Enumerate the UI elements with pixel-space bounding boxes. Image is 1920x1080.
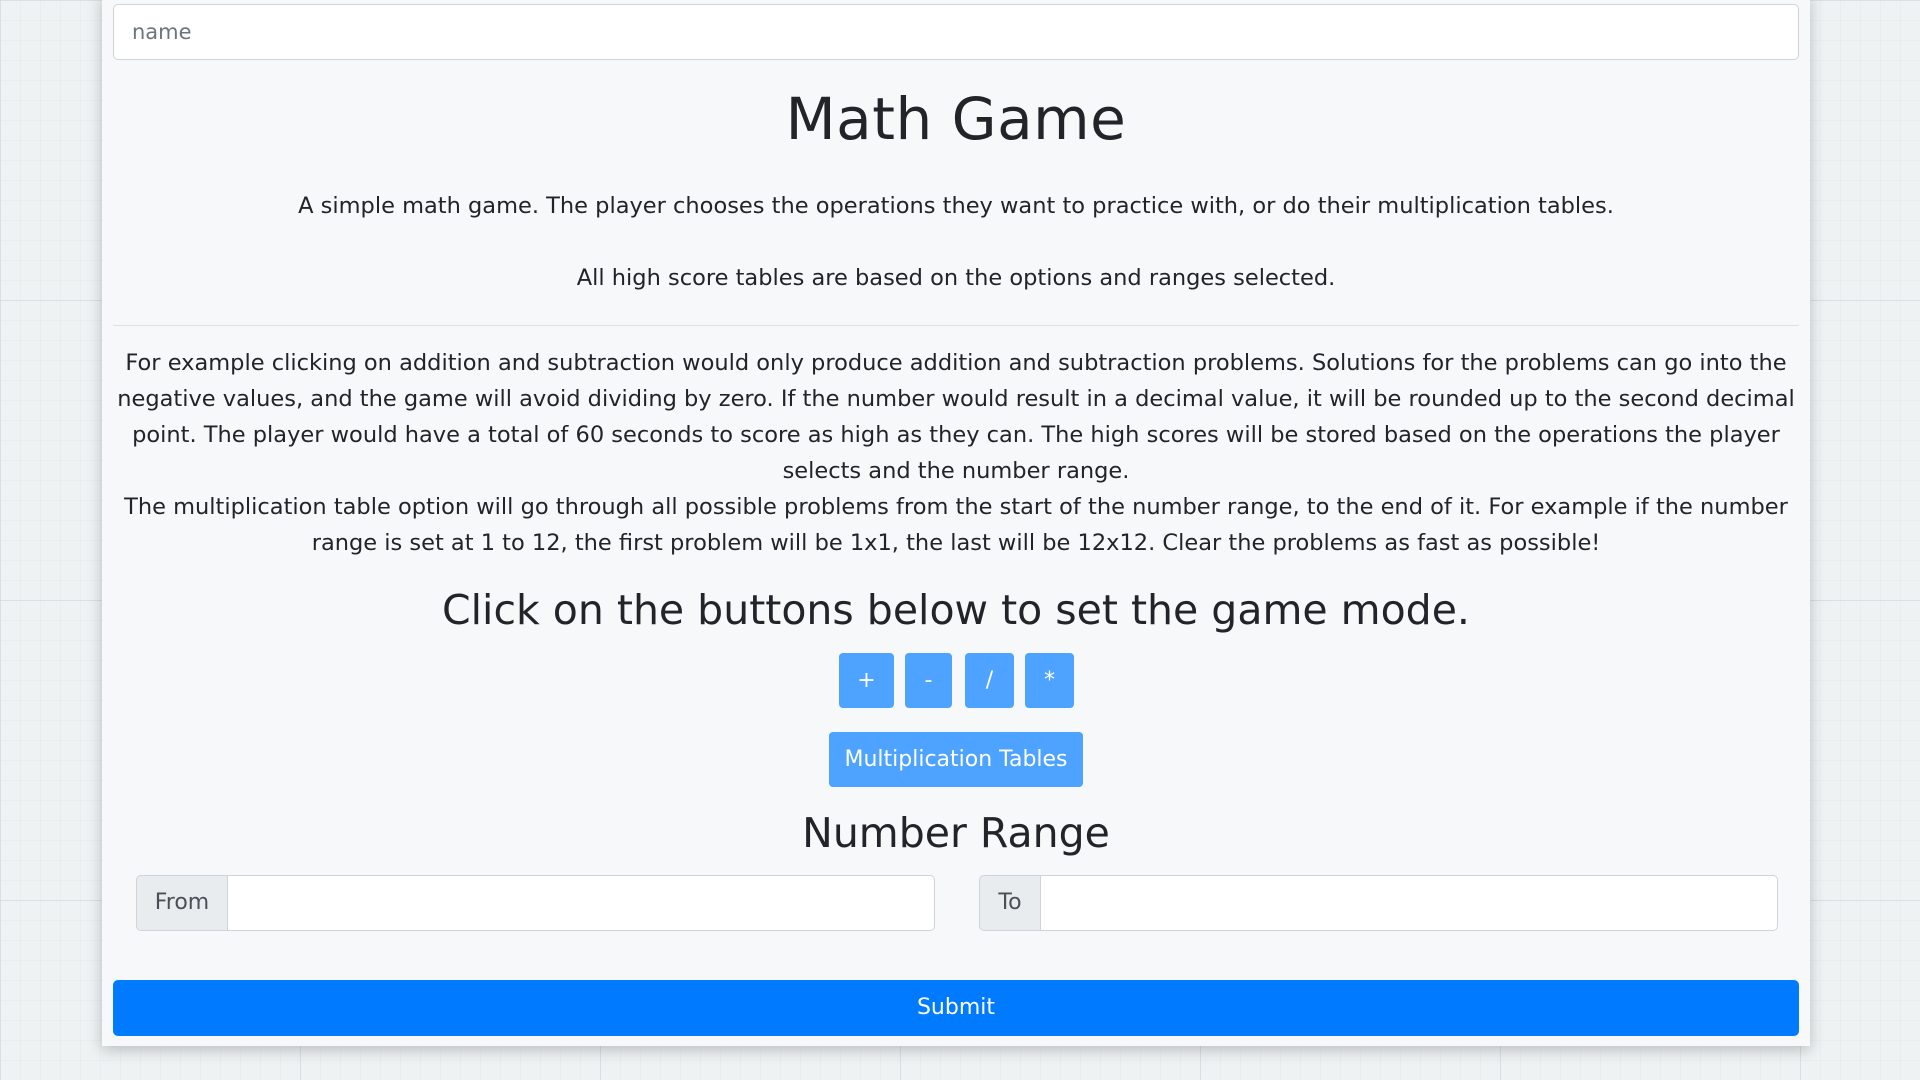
submit-button[interactable]: Submit [113, 980, 1799, 1036]
subtraction-button[interactable]: - [905, 653, 952, 708]
multiplication-button[interactable]: * [1025, 653, 1074, 708]
page-title: Math Game [785, 85, 1127, 153]
operations-explanation: For example clicking on addition and sub… [117, 350, 1795, 484]
range-to-input[interactable] [1040, 875, 1778, 931]
range-from-label: From [136, 875, 227, 931]
division-button[interactable]: / [965, 653, 1014, 708]
high-scores-note: All high score tables are based on the o… [576, 265, 1336, 291]
number-range-heading: Number Range [802, 809, 1110, 857]
name-input[interactable] [113, 4, 1799, 60]
range-to-group: To [979, 875, 1778, 931]
addition-button[interactable]: + [839, 653, 894, 708]
section-divider [113, 325, 1799, 326]
tables-explanation: The multiplication table option will go … [124, 494, 1788, 556]
game-card: Math Game A simple math game. The player… [102, 0, 1810, 1046]
multiplication-tables-button[interactable]: Multiplication Tables [829, 732, 1083, 787]
range-from-group: From [136, 875, 935, 931]
range-from-input[interactable] [227, 875, 935, 931]
game-description: A simple math game. The player chooses t… [298, 193, 1614, 219]
range-to-label: To [979, 875, 1040, 931]
game-mode-heading: Click on the buttons below to set the ga… [442, 586, 1470, 634]
